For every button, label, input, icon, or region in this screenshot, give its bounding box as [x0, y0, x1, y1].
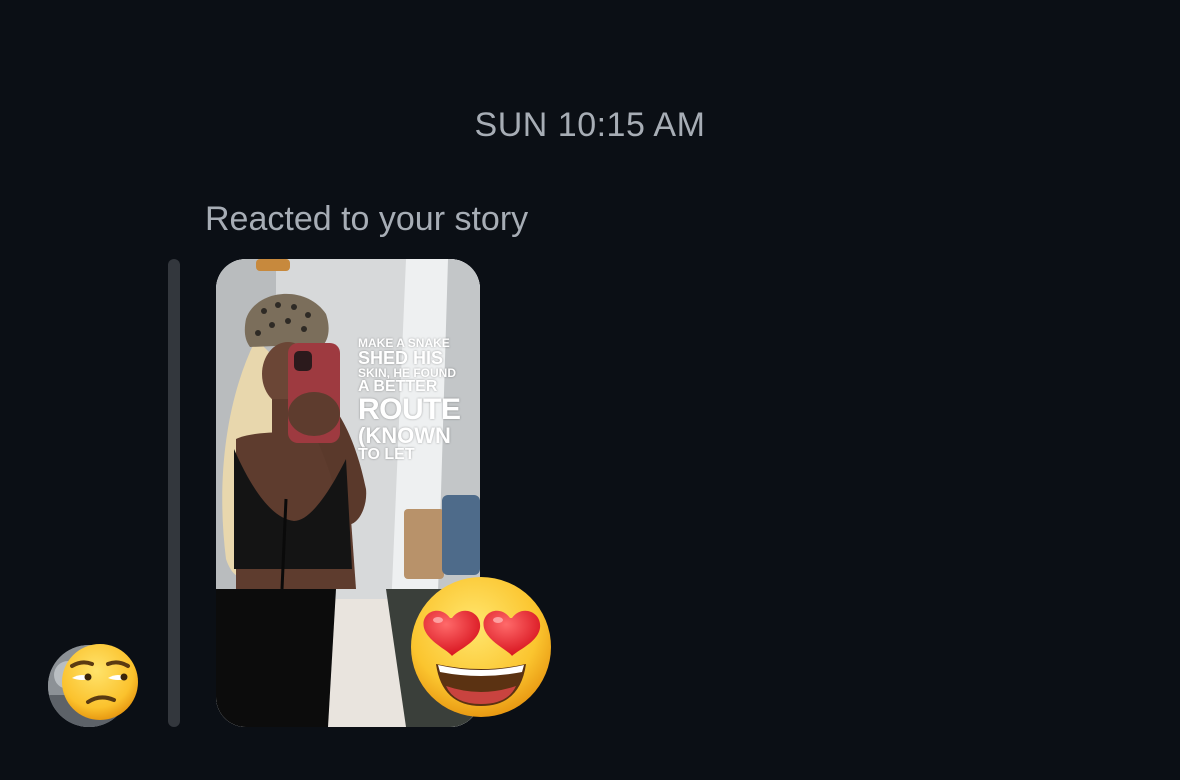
story-text-line: ROUTE	[358, 393, 461, 426]
message-timestamp: SUN 10:15 AM	[474, 106, 706, 144]
story-text-line: (KNOWN	[358, 423, 451, 448]
heart-eyes-emoji-icon	[411, 577, 551, 717]
dm-thread-screen: SUN 10:15 AM Reacted to your story MAKE …	[0, 0, 1180, 780]
story-text-line: SHED HIS	[358, 348, 444, 368]
story-caption-text: MAKE A SNAKE SHED HIS SKIN, HE FOUND A B…	[358, 337, 478, 463]
story-reply-bar	[168, 259, 180, 727]
story-text-line: TO LET	[358, 446, 415, 463]
story-reaction-caption: Reacted to your story	[205, 200, 529, 238]
unamused-face-emoji-icon	[62, 644, 138, 720]
